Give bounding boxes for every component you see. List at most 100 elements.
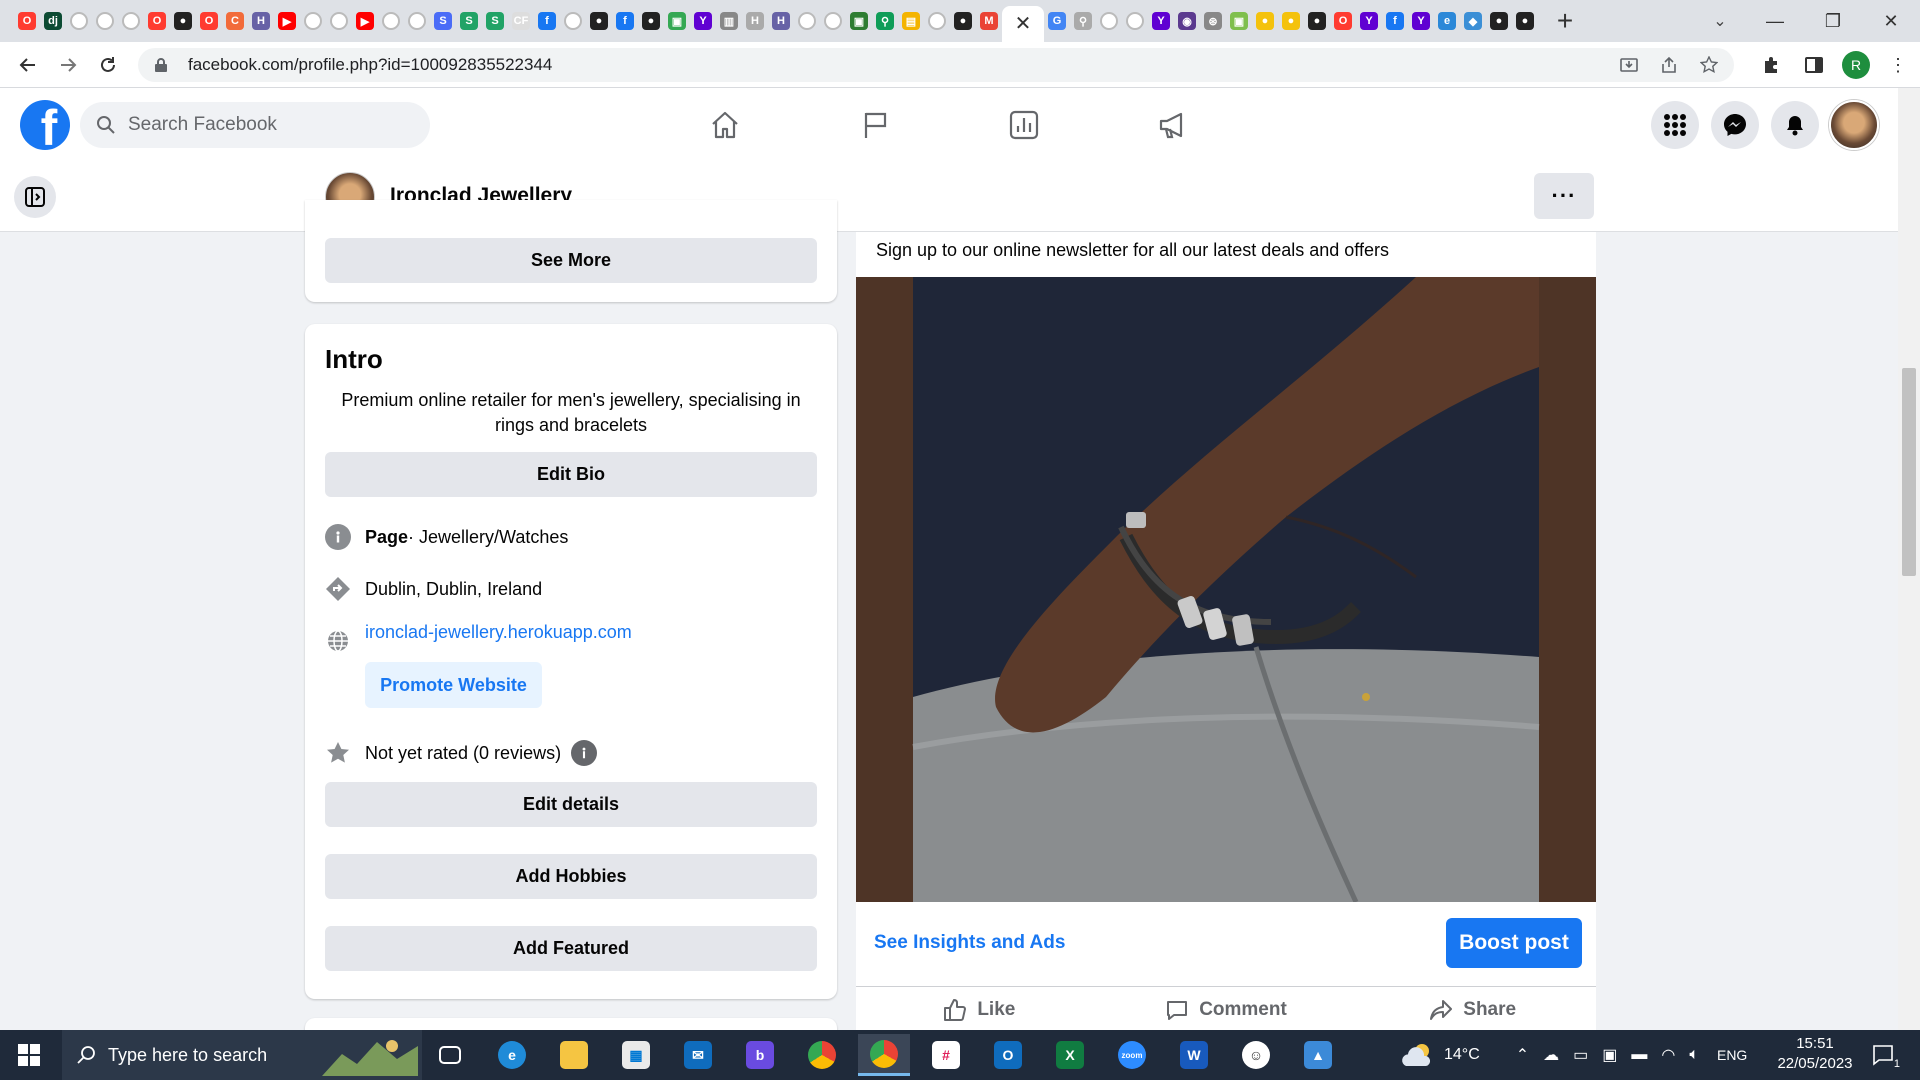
speaker-icon[interactable]: 🔈︎ xyxy=(1689,1046,1699,1064)
browser-tab[interactable]: ▣ xyxy=(664,0,690,42)
tray-overflow-chevron-icon[interactable]: ⌃ xyxy=(1516,1045,1529,1065)
active-tab[interactable]: ✕ xyxy=(1002,6,1044,42)
browser-tab[interactable] xyxy=(66,0,92,42)
temperature-text[interactable]: 14°C xyxy=(1444,1046,1480,1064)
browser-tab[interactable]: f xyxy=(612,0,638,42)
sidebar-toggle-button[interactable] xyxy=(14,176,56,218)
rating-info-icon[interactable] xyxy=(571,740,598,766)
browser-profile-avatar[interactable]: R xyxy=(1842,51,1870,79)
browser-tab[interactable]: ▶ xyxy=(352,0,378,42)
browser-tab[interactable]: ▣ xyxy=(1226,0,1252,42)
browser-tab[interactable]: O xyxy=(14,0,40,42)
close-tab-icon[interactable]: ✕ xyxy=(1015,14,1032,34)
post-photo[interactable] xyxy=(856,277,1596,904)
see-insights-link[interactable]: See Insights and Ads xyxy=(874,932,1065,954)
browser-tab[interactable]: G xyxy=(1044,0,1070,42)
browser-tab[interactable]: C xyxy=(222,0,248,42)
battery-icon[interactable]: ▬ xyxy=(1631,1046,1647,1064)
browser-tab[interactable] xyxy=(404,0,430,42)
browser-tab[interactable]: ● xyxy=(1486,0,1512,42)
browser-tab[interactable]: ▤ xyxy=(898,0,924,42)
browser-tab[interactable] xyxy=(300,0,326,42)
mail-app[interactable]: ✉ xyxy=(672,1034,724,1076)
browser-tab[interactable]: f xyxy=(1382,0,1408,42)
browser-tab[interactable] xyxy=(560,0,586,42)
start-button[interactable] xyxy=(0,1030,58,1080)
edit-bio-button[interactable]: Edit Bio xyxy=(325,452,817,497)
browser-tab[interactable]: ◆ xyxy=(1460,0,1486,42)
browser-tab[interactable]: S xyxy=(482,0,508,42)
browser-tab[interactable]: ● xyxy=(1278,0,1304,42)
add-hobbies-button[interactable]: Add Hobbies xyxy=(325,854,817,899)
store-app[interactable]: ▦ xyxy=(610,1034,662,1076)
share-icon[interactable] xyxy=(1658,54,1680,76)
facebook-logo-icon[interactable]: f xyxy=(20,100,70,150)
display-icon[interactable]: ▣ xyxy=(1602,1045,1617,1065)
facebook-search-input[interactable] xyxy=(126,113,406,137)
browser-tab[interactable]: ● xyxy=(950,0,976,42)
browser-tab[interactable]: ◉ xyxy=(1174,0,1200,42)
task-view-button[interactable] xyxy=(424,1034,476,1076)
onedrive-cloud-icon[interactable]: ☁ xyxy=(1543,1045,1559,1065)
browser-tab[interactable]: ● xyxy=(1512,0,1538,42)
menu-button[interactable] xyxy=(1651,101,1699,149)
browser-tab[interactable] xyxy=(326,0,352,42)
browser-tab[interactable]: ⚲ xyxy=(872,0,898,42)
browser-tab[interactable]: Y xyxy=(1408,0,1434,42)
bookmark-star-icon[interactable] xyxy=(1698,54,1720,76)
outlook-app[interactable]: O xyxy=(982,1034,1034,1076)
zoom-app[interactable]: zoom xyxy=(1106,1034,1158,1076)
chrome-profile-app[interactable] xyxy=(858,1034,910,1076)
browser-tab[interactable] xyxy=(1096,0,1122,42)
nav-pages[interactable] xyxy=(850,102,900,148)
facebook-search-box[interactable] xyxy=(80,102,430,148)
website-link[interactable]: ironclad-jewellery.herokuapp.com xyxy=(365,622,632,643)
edge-app[interactable]: e xyxy=(486,1034,538,1076)
address-bar[interactable]: facebook.com/profile.php?id=100092835522… xyxy=(138,48,1734,82)
back-button[interactable] xyxy=(8,45,48,85)
browser-tab[interactable]: CF xyxy=(508,0,534,42)
browser-tab[interactable]: H xyxy=(248,0,274,42)
chrome-menu-kebab-icon[interactable]: ⋮ xyxy=(1884,51,1912,79)
boost-post-button[interactable]: Boost post xyxy=(1446,918,1582,968)
file-explorer-app[interactable] xyxy=(548,1034,600,1076)
extensions-puzzle-icon[interactable] xyxy=(1758,51,1786,79)
browser-tab[interactable] xyxy=(1122,0,1148,42)
browser-tab[interactable]: ● xyxy=(1252,0,1278,42)
new-tab-button[interactable]: + xyxy=(1548,4,1582,38)
browser-tab[interactable]: dj xyxy=(40,0,66,42)
excel-app[interactable]: X xyxy=(1044,1034,1096,1076)
browser-tab[interactable] xyxy=(92,0,118,42)
browser-tab[interactable]: ⚲ xyxy=(1070,0,1096,42)
browser-tab[interactable]: ▶ xyxy=(274,0,300,42)
account-avatar[interactable] xyxy=(1829,100,1879,150)
reload-button[interactable] xyxy=(88,45,128,85)
browser-tab[interactable] xyxy=(794,0,820,42)
chrome-app[interactable] xyxy=(796,1034,848,1076)
tab-search-chevron-icon[interactable]: ⌄ xyxy=(1700,0,1740,42)
browser-tab[interactable]: ▥ xyxy=(716,0,742,42)
comment-button[interactable]: Comment xyxy=(1103,987,1350,1032)
restore-button[interactable]: ❐ xyxy=(1804,0,1862,42)
browser-tab[interactable]: e xyxy=(1434,0,1460,42)
nav-insights[interactable] xyxy=(999,102,1049,148)
page-scrollbar-thumb[interactable] xyxy=(1902,368,1916,576)
language-indicator[interactable]: ENG xyxy=(1717,1047,1747,1063)
browser-tab[interactable] xyxy=(378,0,404,42)
browser-tab[interactable]: H xyxy=(742,0,768,42)
notification-center-button[interactable]: 1 xyxy=(1868,1040,1900,1070)
more-options-button[interactable]: ··· xyxy=(1534,173,1594,219)
add-featured-button[interactable]: Add Featured xyxy=(325,926,817,971)
browser-tab[interactable]: H xyxy=(768,0,794,42)
browser-tab[interactable]: Y xyxy=(1356,0,1382,42)
nav-ads[interactable] xyxy=(1148,102,1198,148)
see-more-button[interactable]: See More xyxy=(325,238,817,283)
weather-cloud-icon[interactable] xyxy=(1400,1042,1434,1068)
browser-tab[interactable] xyxy=(118,0,144,42)
meet-now-icon[interactable]: ▭ xyxy=(1573,1045,1588,1065)
promote-website-button[interactable]: Promote Website xyxy=(365,662,542,708)
close-window-button[interactable]: ✕ xyxy=(1862,0,1920,42)
browser-tab[interactable]: ● xyxy=(586,0,612,42)
browser-tab[interactable] xyxy=(924,0,950,42)
install-app-icon[interactable] xyxy=(1618,54,1640,76)
